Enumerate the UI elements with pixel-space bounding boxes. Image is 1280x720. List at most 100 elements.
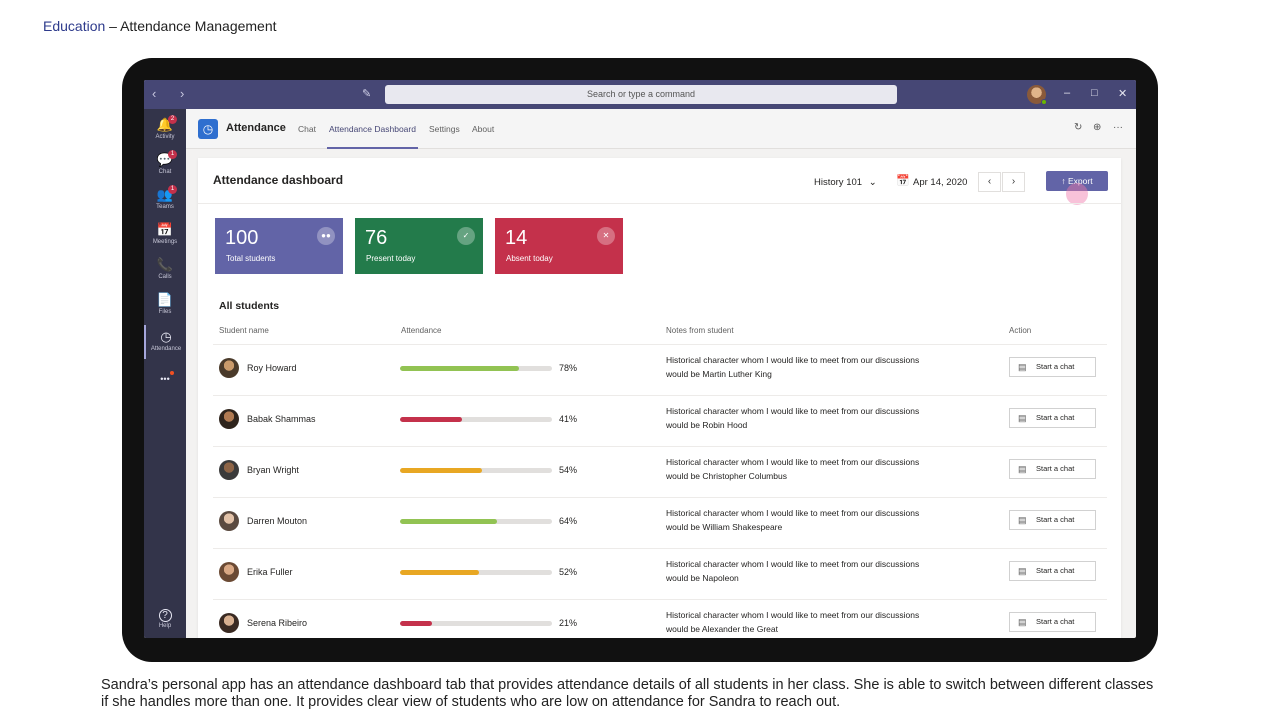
attendance-percent: 64% <box>559 516 578 526</box>
rail-item-label: Calls <box>158 274 172 280</box>
close-icon[interactable]: ✕ <box>1118 87 1127 100</box>
start-chat-label: Start a chat <box>1036 515 1075 524</box>
student-name: Bryan Wright <box>247 465 299 475</box>
attendance-bar <box>400 468 552 473</box>
attendance-percent: 52% <box>559 567 578 577</box>
globe-icon[interactable]: ⊕ <box>1093 122 1101 133</box>
tile-label: Total students <box>226 254 276 263</box>
compose-icon[interactable]: ✎ <box>362 87 371 100</box>
title-bar: ‹ › ✎ Search or type a command – □ ✕ <box>144 80 1136 109</box>
start-chat-button[interactable]: ▤ Start a chat <box>1009 510 1096 530</box>
rail-item-help[interactable]: ? Help <box>144 605 186 638</box>
tab-chat[interactable]: Chat <box>298 124 316 134</box>
start-chat-button[interactable]: ▤ Start a chat <box>1009 408 1096 428</box>
student-name: Roy Howard <box>247 363 297 373</box>
rail-item-label: Chat <box>158 169 172 175</box>
next-date-button[interactable]: › <box>1002 172 1025 192</box>
calendar-icon[interactable]: 📅 <box>896 174 910 187</box>
app-name: Attendance <box>226 122 286 134</box>
rail-item-files[interactable]: 📄 Files <box>144 288 186 322</box>
avatar <box>219 409 239 429</box>
start-chat-button[interactable]: ▤ Start a chat <box>1009 561 1096 581</box>
rail-item-calls[interactable]: 📞 Calls <box>144 253 186 287</box>
avatar <box>219 613 239 633</box>
active-tab-indicator <box>327 147 418 149</box>
tab-settings[interactable]: Settings <box>429 124 460 134</box>
presence-icon <box>1041 99 1047 105</box>
search-input[interactable]: Search or type a command <box>385 85 897 104</box>
rail-item-teams[interactable]: 👥 Teams 1 <box>144 183 186 217</box>
more-options-icon[interactable]: ··· <box>1113 122 1123 133</box>
people-cross-icon: ✕ <box>597 227 615 245</box>
rail-item-label: Attendance <box>150 346 182 352</box>
user-avatar[interactable] <box>1027 85 1047 105</box>
attendance-bar-fill <box>400 417 463 422</box>
student-note: Historical character whom I would like t… <box>666 406 920 430</box>
attendance-app-icon: ◷ <box>198 119 218 139</box>
clock-icon: ◷ <box>160 329 172 344</box>
tab-attendance-dashboard[interactable]: Attendance Dashboard <box>329 124 416 134</box>
attendance-bar-fill <box>400 519 498 524</box>
attendance-bar-fill <box>400 366 519 371</box>
rail-item-meetings[interactable]: 📅 Meetings <box>144 218 186 252</box>
student-note: Historical character whom I would like t… <box>666 355 920 379</box>
rail-item-activity[interactable]: 🔔 Activity 2 <box>144 113 186 147</box>
table-row: Erika Fuller 52% Historical character wh… <box>213 548 1107 599</box>
avatar <box>219 511 239 531</box>
slide-title: Education – Attendance Management <box>43 18 277 34</box>
cursor-highlight <box>1066 183 1088 205</box>
attendance-percent: 21% <box>559 618 578 628</box>
slide-title-text: Attendance Management <box>120 18 277 34</box>
notification-badge: 2 <box>168 115 177 124</box>
refresh-icon[interactable]: ↻ <box>1074 122 1082 133</box>
avatar <box>219 358 239 378</box>
attendance-percent: 54% <box>559 465 578 475</box>
avatar <box>219 562 239 582</box>
date-label: Apr 14, 2020 <box>913 177 968 188</box>
start-chat-label: Start a chat <box>1036 566 1075 575</box>
chat-icon: ▤ <box>1018 566 1027 576</box>
student-note: Historical character whom I would like t… <box>666 559 920 583</box>
rail-item-chat[interactable]: 💬 Chat 1 <box>144 148 186 182</box>
student-name: Erika Fuller <box>247 567 293 577</box>
start-chat-label: Start a chat <box>1036 464 1075 473</box>
student-name: Babak Shammas <box>247 414 316 424</box>
rail-item-label: Activity <box>155 134 175 140</box>
column-header-action: Action <box>1009 326 1032 335</box>
chat-icon: ▤ <box>1018 617 1027 627</box>
avatar <box>219 460 239 480</box>
column-header-attendance: Attendance <box>401 326 442 335</box>
slide-title-separator: – <box>105 18 121 34</box>
tile-value: 76 <box>365 227 388 249</box>
start-chat-button[interactable]: ▤ Start a chat <box>1009 459 1096 479</box>
new-dot-badge <box>170 371 174 375</box>
total-students-tile: 100 Total students ●● <box>215 218 343 274</box>
tab-about[interactable]: About <box>472 124 494 134</box>
previous-date-button[interactable]: ‹ <box>978 172 1001 192</box>
back-forward-icon[interactable]: ‹ › <box>152 86 194 101</box>
rail-item-label: Teams <box>156 204 174 210</box>
upload-icon: ↑ <box>1061 176 1066 186</box>
maximize-icon[interactable]: □ <box>1091 87 1098 99</box>
chevron-down-icon: ⌄ <box>868 177 877 188</box>
tile-value: 14 <box>505 227 528 249</box>
table-row: Babak Shammas 41% Historical character w… <box>213 395 1107 446</box>
class-dropdown[interactable]: History 101 ⌄ <box>814 177 877 188</box>
class-dropdown-value: History 101 <box>814 177 863 188</box>
tablet-frame: ‹ › ✎ Search or type a command – □ ✕ 🔔 A… <box>122 58 1158 662</box>
tile-value: 100 <box>225 227 259 249</box>
start-chat-button[interactable]: ▤ Start a chat <box>1009 612 1096 632</box>
start-chat-button[interactable]: ▤ Start a chat <box>1009 357 1096 377</box>
rail-item-attendance[interactable]: ◷ Attendance <box>144 325 186 359</box>
minimize-icon[interactable]: – <box>1064 87 1070 99</box>
rail-item-more-apps[interactable]: ••• <box>144 367 186 401</box>
section-title: All students <box>219 300 280 312</box>
attendance-percent: 78% <box>559 363 578 373</box>
attendance-bar <box>400 417 552 422</box>
people-check-icon: ✓ <box>457 227 475 245</box>
attendance-bar <box>400 621 552 626</box>
attendance-bar-fill <box>400 621 432 626</box>
slide-title-crumb: Education <box>43 18 106 34</box>
attendance-bar <box>400 570 552 575</box>
column-header-notes: Notes from student <box>666 326 734 335</box>
